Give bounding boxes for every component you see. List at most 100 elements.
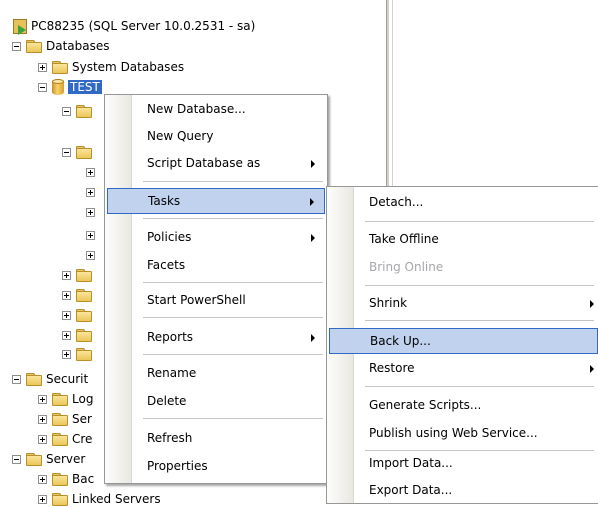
menu-item-reports[interactable]: Reports: [107, 325, 325, 351]
expand-icon[interactable]: [86, 207, 95, 217]
expand-icon[interactable]: [62, 290, 71, 300]
menu-item-label: New Query: [147, 129, 214, 143]
tree-node-child[interactable]: [86, 183, 100, 201]
menu-item-label: Import Data...: [369, 456, 453, 470]
menu-item-label: Publish using Web Service...: [369, 426, 538, 440]
menu-item-delete[interactable]: Delete: [107, 389, 325, 415]
server-icon: [12, 18, 28, 35]
menu-item-facets[interactable]: Facets: [107, 253, 325, 279]
tree-node-security[interactable]: Securit: [12, 370, 88, 388]
expand-icon[interactable]: [38, 494, 47, 504]
menu-item-start-powershell[interactable]: Start PowerShell: [107, 288, 325, 314]
menu-item-label: Export Data...: [369, 483, 453, 497]
expand-icon[interactable]: [86, 230, 95, 240]
tasks-submenu: Detach... Take Offline Bring Online Shri…: [326, 186, 598, 504]
folder-icon: [76, 348, 92, 361]
tree-node-security-child[interactable]: Ser: [38, 410, 92, 428]
server-label: PC88235 (SQL Server 10.0.2531 - sa): [31, 19, 256, 33]
submenu-arrow-icon: [311, 160, 315, 168]
menu-item-label: Policies: [147, 230, 192, 244]
folder-icon: [52, 61, 68, 74]
menu-separator: [143, 317, 323, 318]
submenu-arrow-icon: [311, 234, 315, 242]
menu-item-properties[interactable]: Properties: [107, 454, 325, 480]
folder-icon: [52, 433, 68, 446]
menu-item-generate-scripts[interactable]: Generate Scripts...: [329, 393, 596, 419]
menu-item-label: Refresh: [147, 431, 193, 445]
tree-node-server-objects[interactable]: Server: [12, 450, 85, 468]
menu-item-script-database-as[interactable]: Script Database as: [107, 151, 325, 177]
menu-item-label: Restore: [369, 361, 415, 375]
menu-separator: [365, 386, 594, 387]
submenu-arrow-icon: [590, 365, 594, 373]
databases-label: Databases: [46, 39, 110, 53]
folder-icon: [26, 373, 42, 386]
folder-icon: [76, 146, 92, 159]
menu-item-rename[interactable]: Rename: [107, 361, 325, 387]
menu-item-refresh[interactable]: Refresh: [107, 426, 325, 452]
menu-item-new-query[interactable]: New Query: [107, 124, 325, 150]
menu-separator: [143, 418, 323, 419]
collapse-icon[interactable]: [62, 106, 71, 116]
system-databases-label: System Databases: [72, 60, 185, 74]
tree-node-child[interactable]: [86, 163, 100, 181]
database-icon: [52, 79, 64, 95]
tree-node-databases[interactable]: Databases: [12, 37, 110, 55]
menu-item-new-database[interactable]: New Database...: [107, 97, 325, 123]
tree-node-security-child[interactable]: Log: [38, 390, 93, 408]
expand-icon[interactable]: [38, 394, 47, 404]
menu-separator: [365, 221, 594, 222]
expand-icon[interactable]: [62, 330, 71, 340]
tree-node-child[interactable]: [62, 102, 96, 120]
collapse-icon[interactable]: [62, 147, 71, 157]
menu-separator: [143, 218, 323, 219]
menu-item-shrink[interactable]: Shrink: [329, 291, 596, 317]
tree-node-security-child[interactable]: Cre: [38, 430, 92, 448]
expand-icon[interactable]: [62, 270, 71, 280]
expand-icon[interactable]: [86, 250, 95, 260]
menu-item-label: Bring Online: [369, 260, 444, 274]
tree-node-test-db[interactable]: TEST: [38, 78, 102, 96]
tree-node-child[interactable]: [86, 246, 100, 264]
tree-node-child[interactable]: [62, 326, 96, 344]
expand-icon[interactable]: [38, 62, 47, 72]
tree-node-system-databases[interactable]: System Databases: [38, 58, 184, 76]
expand-icon[interactable]: [38, 414, 47, 424]
collapse-icon[interactable]: [12, 374, 21, 384]
tree-label: Ser: [72, 412, 92, 426]
menu-item-publish-web-service[interactable]: Publish using Web Service...: [329, 421, 596, 447]
collapse-icon[interactable]: [12, 41, 21, 51]
menu-separator: [143, 354, 323, 355]
tree-node-child[interactable]: [86, 226, 100, 244]
menu-item-import-data[interactable]: Import Data...: [329, 451, 596, 477]
folder-icon: [76, 309, 92, 322]
expand-icon[interactable]: [38, 474, 47, 484]
menu-item-detach[interactable]: Detach...: [329, 190, 596, 216]
menu-item-restore[interactable]: Restore: [329, 356, 596, 382]
menu-item-export-data[interactable]: Export Data...: [329, 478, 596, 504]
menu-item-policies[interactable]: Policies: [107, 225, 325, 251]
menu-item-take-offline[interactable]: Take Offline: [329, 227, 596, 253]
tree-node-child[interactable]: [62, 345, 96, 363]
tree-node-server[interactable]: PC88235 (SQL Server 10.0.2531 - sa): [12, 17, 255, 35]
collapse-icon[interactable]: [38, 82, 47, 92]
menu-item-tasks[interactable]: Tasks: [107, 188, 325, 214]
collapse-icon[interactable]: [12, 454, 21, 464]
menu-item-back-up[interactable]: Back Up...: [329, 328, 598, 354]
folder-icon: [52, 413, 68, 426]
expand-icon[interactable]: [38, 434, 47, 444]
tree-node-child[interactable]: [62, 143, 96, 161]
expand-icon[interactable]: [86, 167, 95, 177]
tree-node-child[interactable]: [62, 286, 96, 304]
tree-node-child[interactable]: [62, 266, 96, 284]
tree-node-child[interactable]: [86, 203, 100, 221]
tree-node-child[interactable]: [62, 306, 96, 324]
menu-separator: [365, 285, 594, 286]
expand-icon[interactable]: [86, 187, 95, 197]
tree-node-server-child[interactable]: Linked Servers: [38, 490, 161, 508]
folder-icon: [26, 40, 42, 53]
tree-node-server-child[interactable]: Bac: [38, 470, 94, 488]
expand-icon[interactable]: [62, 349, 71, 359]
context-menu: New Database... New Query Script Databas…: [104, 94, 328, 484]
expand-icon[interactable]: [62, 310, 71, 320]
